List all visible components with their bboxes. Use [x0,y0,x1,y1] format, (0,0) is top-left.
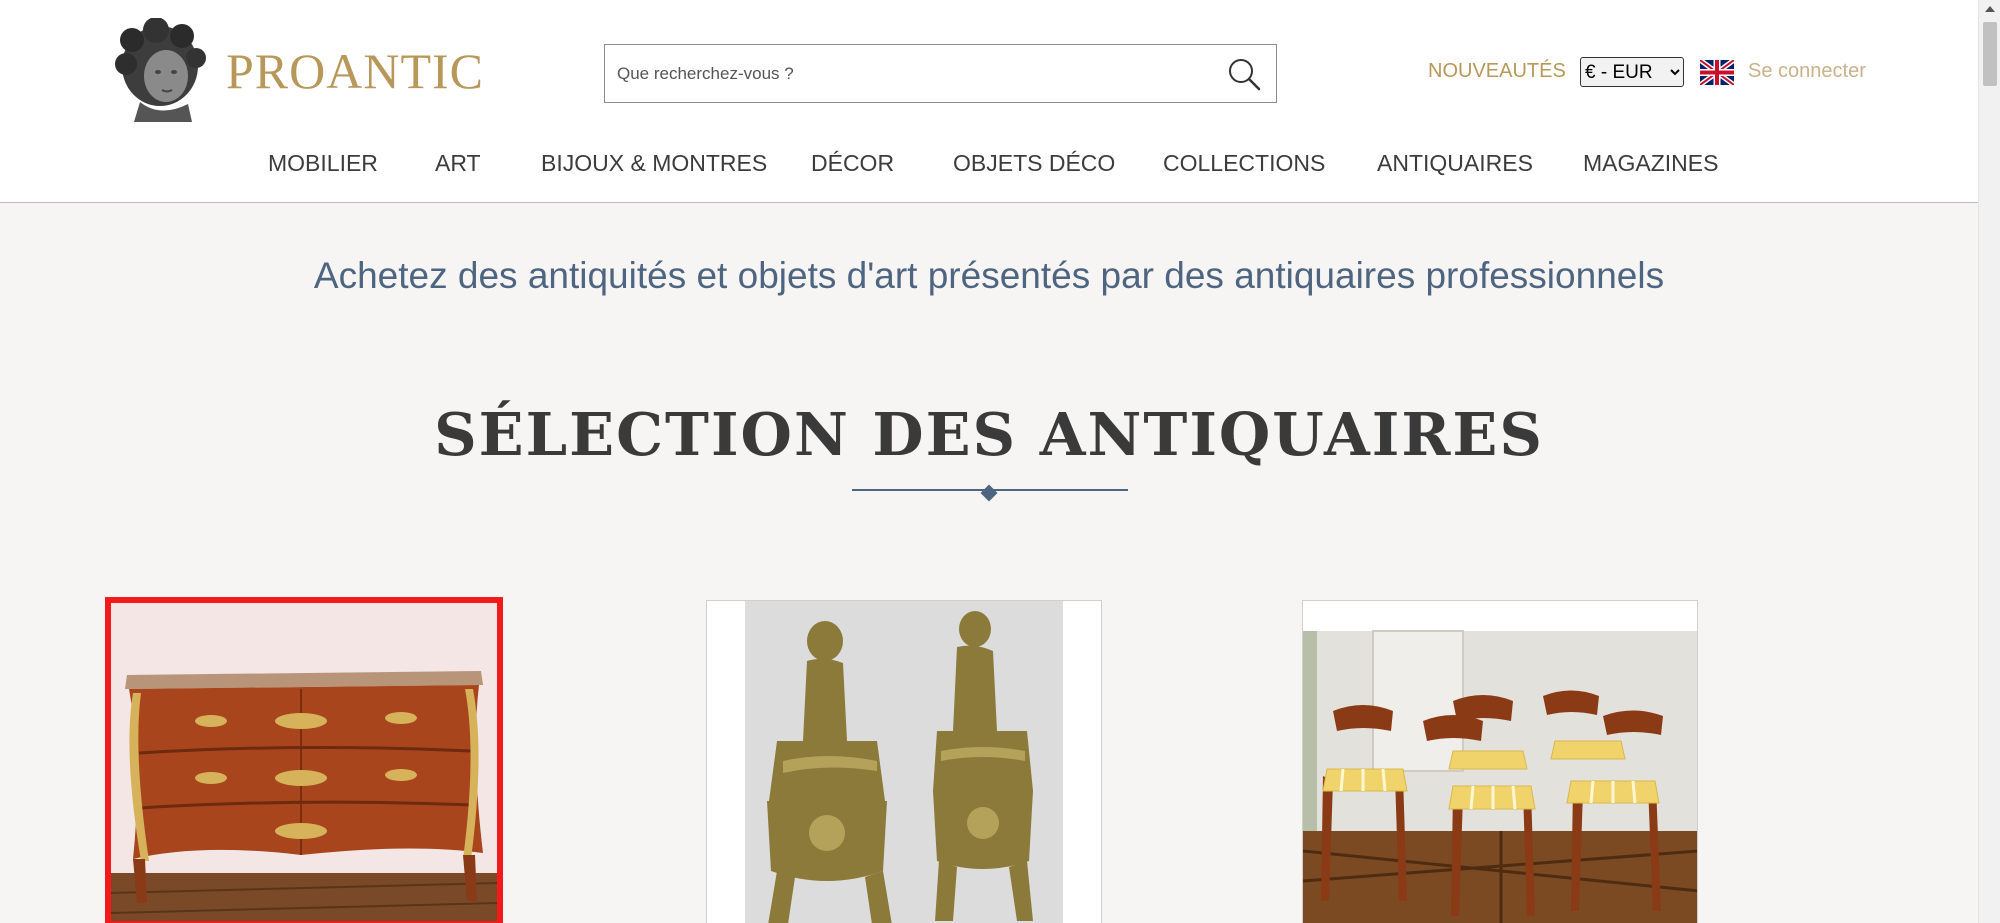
brand-name: PROANTIC [226,43,485,99]
login-link[interactable]: Se connecter [1748,60,1866,83]
nav-item-art[interactable]: ART [435,150,481,177]
nav-item-objets-deco[interactable]: OBJETS DÉCO [953,150,1115,177]
site-logo[interactable]: PROANTIC [110,18,484,124]
uk-flag-icon[interactable] [1700,60,1734,85]
nouveautes-link[interactable]: NOUVEAUTÉS [1428,60,1566,83]
scroll-up-arrow-icon[interactable] [1985,6,1995,12]
nav-item-magazines[interactable]: MAGAZINES [1583,150,1718,177]
nav-item-decor[interactable]: DÉCOR [811,150,894,177]
tagline: Achetez des antiquités et objets d'art p… [313,255,1665,296]
cherub-bust-logo-icon [115,18,206,122]
product-card-chairs[interactable] [1302,600,1698,923]
mahogany-chairs-set-image [1303,601,1697,923]
bronze-chenets-putti-image [707,601,1101,923]
title-divider-ornament [980,484,998,502]
nav-item-bijoux-montres[interactable]: BIJOUX & MONTRES [541,150,767,177]
louis-xv-commode-image [111,603,497,921]
product-card-chenets[interactable] [706,600,1102,923]
search-bar [604,44,1277,103]
nav-item-collections[interactable]: COLLECTIONS [1163,150,1325,177]
search-icon[interactable] [1226,56,1262,92]
currency-select[interactable]: € - EUR [1580,57,1684,87]
nav-item-antiquaires[interactable]: ANTIQUAIRES [1377,150,1533,177]
main-nav: MOBILIER ART BIJOUX & MONTRES DÉCOR OBJE… [0,150,1978,178]
nav-item-mobilier[interactable]: MOBILIER [268,150,378,177]
site-header: PROANTIC NOUVEAUTÉS € - EUR Se connecter… [0,0,1978,203]
page-scrollbar[interactable] [1978,0,2000,923]
search-input[interactable] [605,45,1205,102]
product-card-commode[interactable] [105,597,503,923]
scrollbar-thumb[interactable] [1983,22,1997,86]
section-title: SÉLECTION DES ANTIQUAIRES [434,400,1544,469]
